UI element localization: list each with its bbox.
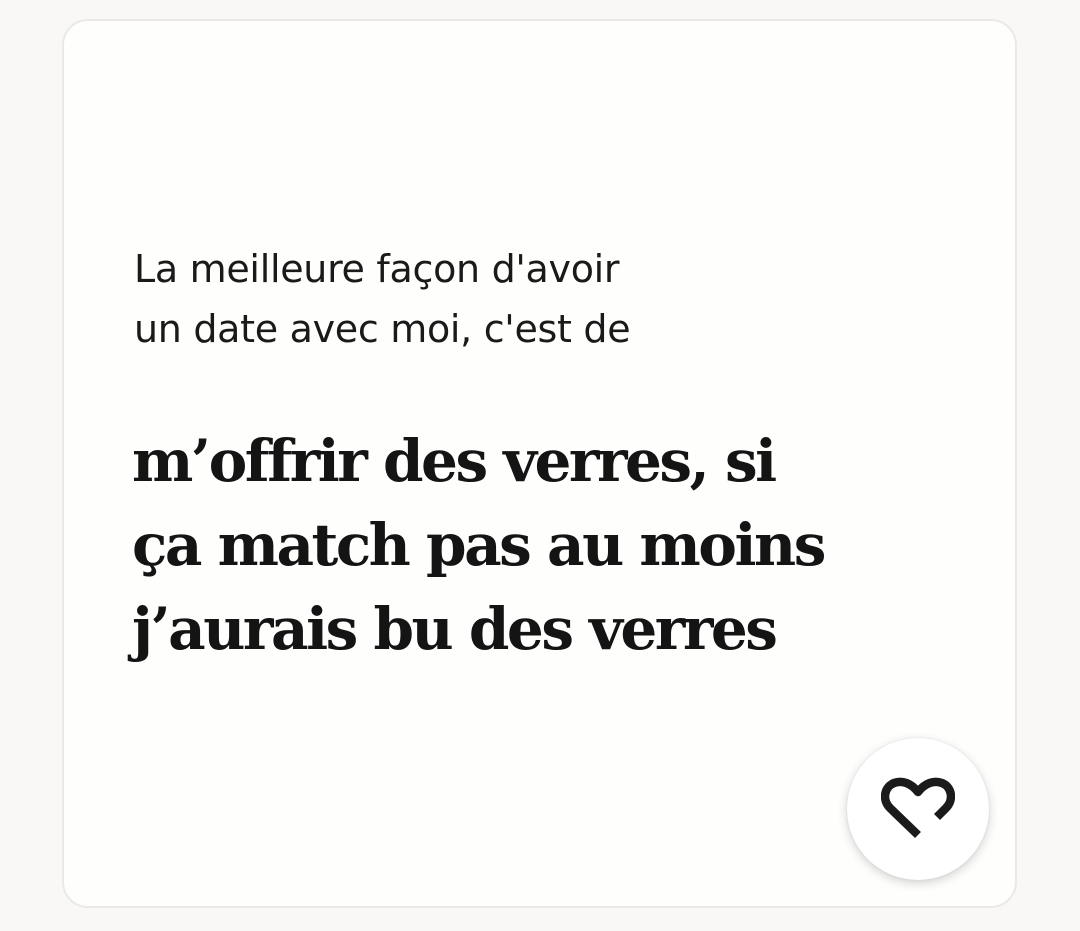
prompt-question-line: un date avec moi, c'est de (134, 307, 631, 351)
prompt-answer-line: j’aurais bu des verres (132, 595, 778, 663)
prompt-question-line: La meilleure façon d'avoir (134, 247, 620, 291)
prompt-question: La meilleure façon d'avoir un date avec … (134, 239, 774, 359)
heart-icon (881, 777, 955, 839)
prompt-card: La meilleure façon d'avoir un date avec … (62, 19, 1017, 908)
like-button[interactable] (847, 738, 989, 880)
prompt-answer: m’offrir des verres, si ça match pas au … (132, 419, 932, 671)
prompt-answer-line: m’offrir des verres, si (132, 427, 777, 495)
prompt-answer-line: ça match pas au moins (132, 511, 826, 579)
